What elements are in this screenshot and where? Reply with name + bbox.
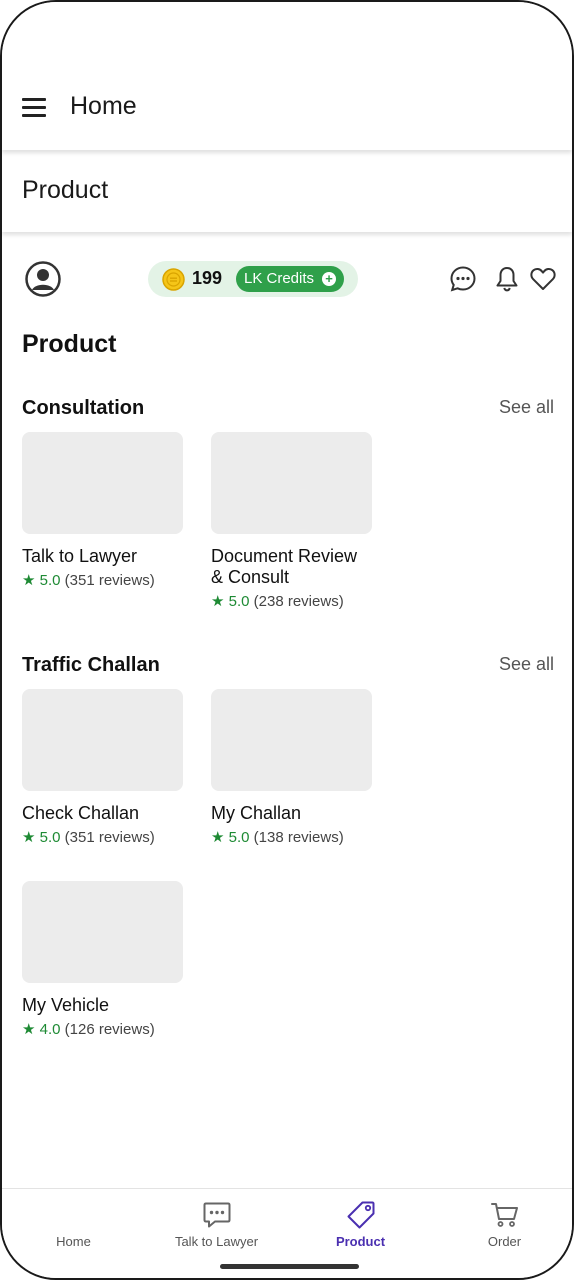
see-all-consultation-link[interactable]: See all: [499, 397, 554, 418]
nav-label-home: Home: [56, 1234, 91, 1249]
nav-label-order: Order: [487, 1234, 522, 1249]
product-name: Talk to Lawyer: [22, 546, 138, 566]
sub-header-title: Product: [22, 176, 109, 204]
star-icon: ★: [22, 829, 36, 846]
nav-tab-product[interactable]: Product: [289, 1189, 432, 1259]
product-thumbnail: [22, 881, 183, 983]
profile-avatar-icon[interactable]: [24, 260, 62, 298]
product-card-my-vehicle[interactable]: My Vehicle ★ 4.0 (126 reviews): [22, 881, 184, 1038]
section-title-traffic-challan: Traffic Challan: [22, 654, 160, 676]
star-icon: ★: [22, 572, 36, 589]
heart-icon[interactable]: [528, 264, 558, 294]
review-count: (351 reviews): [64, 572, 155, 589]
rating-value: 5.0: [228, 593, 250, 610]
review-count: (138 reviews): [253, 829, 344, 846]
star-icon: ★: [211, 593, 225, 610]
product-name: Check Challan: [22, 803, 140, 823]
product-name: Document Review & Consult: [211, 546, 358, 587]
product-rating: ★ 5.0 (351 reviews): [22, 571, 184, 589]
rating-value: 5.0: [39, 572, 61, 589]
chat-icon: [203, 1202, 230, 1228]
nav-tab-talk-to-lawyer[interactable]: Talk to Lawyer: [145, 1189, 288, 1259]
tag-icon: [347, 1201, 374, 1229]
section-title-consultation: Consultation: [22, 397, 145, 419]
add-credits-icon[interactable]: +: [322, 272, 336, 286]
page-heading: Product: [22, 330, 117, 358]
product-rating: ★ 5.0 (351 reviews): [22, 828, 184, 846]
home-indicator: [220, 1264, 359, 1269]
nav-label-product: Product: [335, 1234, 386, 1249]
app-bar-title: Home: [70, 92, 137, 120]
lk-credits-button[interactable]: LK Credits +: [236, 266, 344, 292]
product-card-check-challan[interactable]: Check Challan ★ 5.0 (351 reviews): [22, 689, 184, 846]
nav-tab-home[interactable]: Home: [2, 1189, 145, 1259]
product-thumbnail: [211, 689, 372, 791]
product-thumbnail: [22, 689, 183, 791]
menu-icon[interactable]: [22, 98, 46, 118]
chat-bubble-icon[interactable]: [448, 264, 478, 294]
credits-pill[interactable]: 199 LK Credits +: [148, 261, 358, 297]
app-bar: Home: [2, 2, 572, 150]
review-count: (126 reviews): [64, 1021, 155, 1038]
product-thumbnail: [22, 432, 183, 534]
product-rating: ★ 4.0 (126 reviews): [22, 1020, 184, 1038]
cart-icon: [490, 1203, 518, 1227]
lk-credits-label: LK Credits: [244, 270, 315, 287]
see-all-traffic-challan-link[interactable]: See all: [499, 654, 554, 675]
sub-header: Product: [2, 152, 572, 232]
rating-value: 5.0: [228, 829, 250, 846]
review-count: (238 reviews): [253, 593, 344, 610]
review-count: (351 reviews): [64, 829, 155, 846]
coin-icon: [162, 268, 185, 291]
product-thumbnail: [211, 432, 372, 534]
bell-icon[interactable]: [492, 264, 522, 294]
nav-tab-order[interactable]: Order: [433, 1189, 572, 1259]
product-rating: ★ 5.0 (238 reviews): [211, 592, 373, 610]
nav-label-talk-to-lawyer: Talk to Lawyer: [174, 1234, 259, 1249]
product-name: My Challan: [211, 803, 302, 823]
product-rating: ★ 5.0 (138 reviews): [211, 828, 373, 846]
credits-count: 199: [192, 268, 223, 288]
product-card-document-review[interactable]: Document Review & Consult ★ 5.0 (238 rev…: [211, 432, 373, 610]
star-icon: ★: [22, 1021, 36, 1038]
phone-frame: Home Product 199 LK Credits + Product Co…: [0, 0, 574, 1280]
star-icon: ★: [211, 829, 225, 846]
rating-value: 4.0: [39, 1021, 61, 1038]
top-actions-row: 199 LK Credits +: [2, 258, 572, 302]
product-name: My Vehicle: [22, 995, 110, 1015]
product-card-talk-to-lawyer[interactable]: Talk to Lawyer ★ 5.0 (351 reviews): [22, 432, 184, 589]
rating-value: 5.0: [39, 829, 61, 846]
product-card-my-challan[interactable]: My Challan ★ 5.0 (138 reviews): [211, 689, 373, 846]
